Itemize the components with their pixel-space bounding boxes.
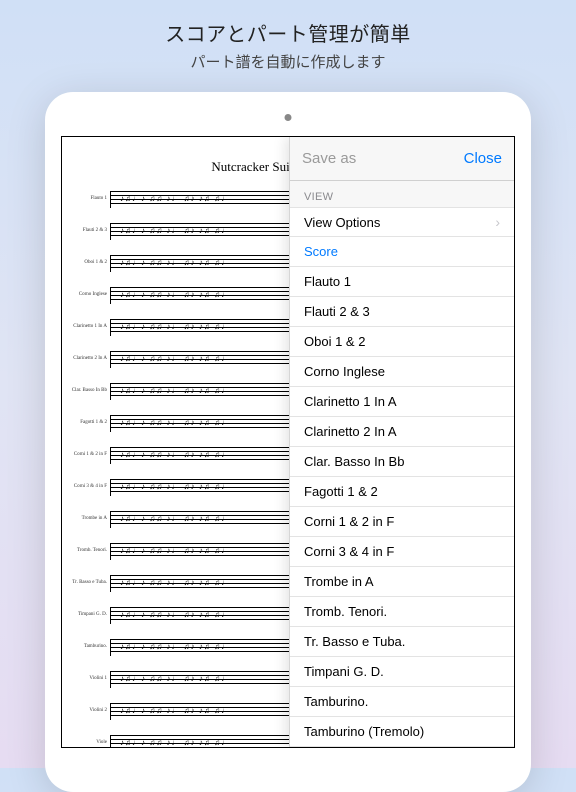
part-row-label: Clarinetto 1 In A (304, 394, 397, 409)
part-row-label: Corni 1 & 2 in F (304, 514, 394, 529)
part-row[interactable]: Corno Inglese (290, 357, 514, 387)
part-row[interactable]: Trombe in A (290, 567, 514, 597)
staff-label: Corni 1 & 2 in F (70, 452, 110, 457)
view-options-label: View Options (304, 215, 380, 230)
part-row[interactable]: Oboi 1 & 2 (290, 327, 514, 357)
part-row-label: Flauto 1 (304, 274, 351, 289)
part-row[interactable]: Clarinetto 1 In A (290, 387, 514, 417)
staff-label: Timpani G. D. (70, 612, 110, 617)
hero-subtitle: パート譜を自動に作成します (0, 51, 576, 72)
part-row[interactable]: Corni 3 & 4 in F (290, 537, 514, 567)
part-row-label: Corno Inglese (304, 364, 385, 379)
staff-label: Trombe in A (70, 516, 110, 521)
staff-label: Tr. Basso e Tuba. (70, 580, 110, 585)
part-row-label: Corni 3 & 4 in F (304, 544, 394, 559)
part-row[interactable]: Flauti 2 & 3 (290, 297, 514, 327)
part-row-label: Tamburino (Tremolo) (304, 724, 424, 739)
staff-label: Corni 3 & 4 in F (70, 484, 110, 489)
part-row[interactable]: Tromb. Tenori. (290, 597, 514, 627)
hero: スコアとパート管理が簡単 パート譜を自動に作成します (0, 0, 576, 72)
part-row-label: Fagotti 1 & 2 (304, 484, 378, 499)
panel-header: Save as Close (290, 137, 514, 181)
staff-label: Fagotti 1 & 2 (70, 420, 110, 425)
staff-label: Clar. Basso In Bb (70, 388, 110, 393)
part-row-label: Score (304, 244, 338, 259)
part-row[interactable]: Tamburino (Tremolo) (290, 717, 514, 747)
panel-body: VIEW View Options › Score Flauto 1 Flauti … (290, 181, 514, 747)
staff-label: Tamburino. (70, 644, 110, 649)
section-header-view: VIEW (290, 181, 514, 207)
part-row-label: Clarinetto 2 In A (304, 424, 397, 439)
staff-label: Flauto 1 (70, 196, 110, 201)
staff-label: Violini 1 (70, 676, 110, 681)
part-row[interactable]: Timpani G. D. (290, 657, 514, 687)
staff-label: Violini 2 (70, 708, 110, 713)
part-row-label: Trombe in A (304, 574, 374, 589)
part-row[interactable]: Clarinetto 2 In A (290, 417, 514, 447)
close-button[interactable]: Close (464, 150, 502, 167)
hero-title: スコアとパート管理が簡単 (0, 18, 576, 47)
parts-panel: Save as Close VIEW View Options › Score F… (289, 137, 514, 747)
staff-label: Clarinetto 2 In A (70, 356, 110, 361)
part-row-label: Oboi 1 & 2 (304, 334, 365, 349)
staff-label: Tromb. Tenori. (70, 548, 110, 553)
part-row[interactable]: Tamburino. (290, 687, 514, 717)
part-row[interactable]: Corni 1 & 2 in F (290, 507, 514, 537)
panel-header-title: Save as (302, 150, 356, 167)
part-row-label: Tromb. Tenori. (304, 604, 387, 619)
part-row[interactable]: Tr. Basso e Tuba. (290, 627, 514, 657)
staff-label: Corno Inglese (70, 292, 110, 297)
staff-label: Viole (70, 740, 110, 745)
part-row-label: Clar. Basso In Bb (304, 454, 404, 469)
part-row-label: Tr. Basso e Tuba. (304, 634, 405, 649)
part-row-label: Timpani G. D. (304, 664, 384, 679)
part-row-label: Tamburino. (304, 694, 368, 709)
staff-label: Flauti 2 & 3 (70, 228, 110, 233)
tablet-screen: Nutcracker Suite - IV. Trepak Flauto 1♪♫… (61, 136, 515, 748)
staff-label: Oboi 1 & 2 (70, 260, 110, 265)
part-row[interactable]: Score (290, 237, 514, 267)
part-row[interactable]: Clar. Basso In Bb (290, 447, 514, 477)
staff-label: Clarinetto 1 In A (70, 324, 110, 329)
part-row-label: Flauti 2 & 3 (304, 304, 370, 319)
part-row[interactable]: Fagotti 1 & 2 (290, 477, 514, 507)
chevron-right-icon: › (495, 214, 500, 230)
view-options-row[interactable]: View Options › (290, 207, 514, 237)
tablet-frame: Nutcracker Suite - IV. Trepak Flauto 1♪♫… (45, 92, 531, 792)
part-row[interactable]: Flauto 1 (290, 267, 514, 297)
